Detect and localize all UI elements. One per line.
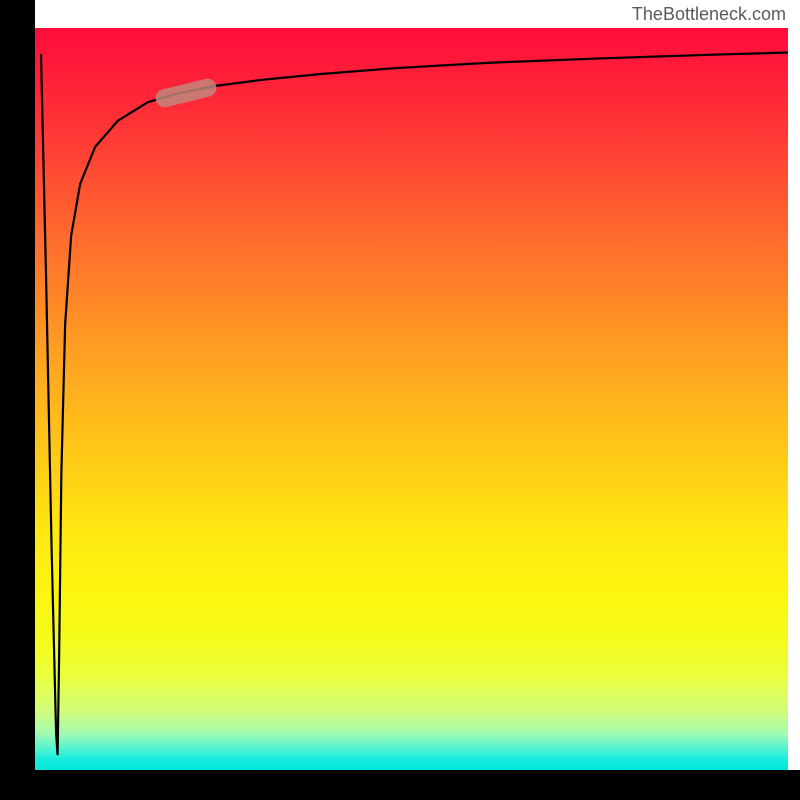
x-axis-bar [0,770,800,800]
y-axis-bar [0,0,35,800]
chart-container: TheBottleneck.com [0,0,800,800]
curve-layer [35,28,788,770]
bottleneck-curve [41,52,788,755]
watermark-text: TheBottleneck.com [632,4,786,25]
plot-area [35,28,788,770]
